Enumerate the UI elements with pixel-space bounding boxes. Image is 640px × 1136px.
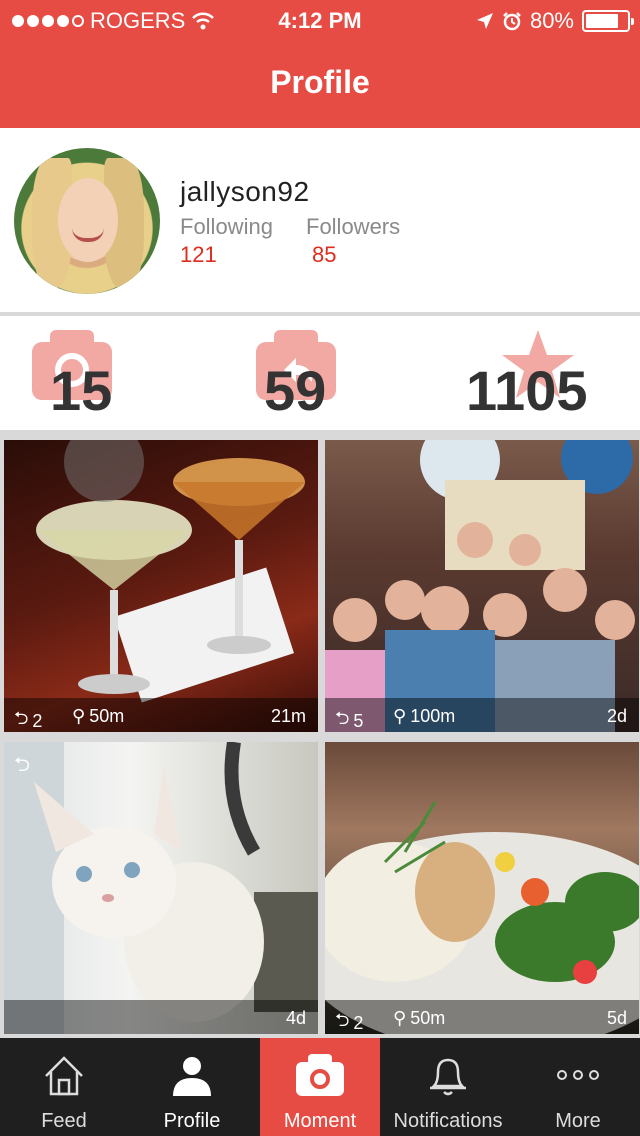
tab-label: Feed: [41, 1110, 87, 1132]
moments-stat[interactable]: 15: [30, 316, 190, 430]
post-tile-cocktails[interactable]: ⮌ 2 ⚲ 50m 21m: [4, 440, 318, 732]
tab-profile[interactable]: Profile: [128, 1038, 256, 1136]
app-header: ROGERS 4:12 PM 80% Profile: [0, 0, 640, 128]
location-pin-icon: ⚲: [72, 706, 86, 726]
tab-bar: Feed Profile Moment Notifications More: [0, 1038, 640, 1136]
tab-feed[interactable]: Feed: [0, 1038, 128, 1136]
reshare-icon[interactable]: ⮌: [14, 750, 30, 784]
post-tile-food-plate[interactable]: ⮌ 2 ⚲ 50m 5d: [325, 742, 639, 1034]
stars-stat[interactable]: 1105: [464, 316, 634, 430]
camera-icon: [296, 1054, 344, 1096]
home-icon: [45, 1056, 83, 1096]
cocktails-photo: [36, 440, 305, 703]
battery-icon: [582, 10, 634, 32]
username: jallyson92: [180, 176, 310, 207]
alarm-icon: [503, 12, 521, 31]
reshare-count[interactable]: ⮌ 5: [335, 706, 363, 732]
location-pin-icon: ⚲: [393, 1008, 407, 1028]
more-icon: [557, 1070, 599, 1080]
reshares-stat[interactable]: 59: [254, 316, 414, 430]
location-pin-icon: ⚲: [393, 706, 407, 726]
kitten-photo: [4, 742, 318, 1034]
tab-label: More: [555, 1110, 601, 1132]
post-age: 5d: [606, 1008, 627, 1028]
group-photo: [325, 440, 635, 732]
person-icon: [173, 1057, 211, 1096]
location-arrow-icon: [476, 13, 493, 29]
distance: ⚲ 50m: [72, 706, 125, 726]
stats-row: 15 59 1105: [0, 316, 640, 430]
tab-notifications[interactable]: Notifications: [380, 1038, 516, 1136]
followers-count[interactable]: 85: [312, 242, 336, 268]
post-meta-bar: ⮌ 5 ⚲ 100m 2d: [325, 698, 639, 732]
page-title: Profile: [270, 64, 370, 100]
food-photo: [325, 801, 639, 1034]
reshare-icon: ⮌: [335, 708, 350, 728]
followers-label[interactable]: Followers: [306, 214, 400, 240]
post-age: 4d: [285, 1008, 306, 1028]
tab-label: Profile: [163, 1110, 221, 1132]
reshare-icon: ⮌: [335, 1010, 350, 1030]
post-age: 21m: [270, 706, 306, 726]
tab-label: Moment: [283, 1110, 357, 1132]
reshare-icon: ⮌: [14, 708, 29, 728]
reshare-count[interactable]: ⮌ 2: [14, 706, 42, 732]
post-age: 2d: [606, 706, 627, 726]
post-meta-bar: ⮌ 2 ⚲ 50m 5d: [325, 1000, 639, 1034]
battery-percent: 80%: [529, 8, 574, 33]
tab-more[interactable]: More: [516, 1038, 640, 1136]
reshares-count: 59: [264, 359, 327, 422]
tab-label: Notifications: [393, 1110, 503, 1132]
tab-moment[interactable]: Moment: [260, 1038, 380, 1136]
post-tile-white-kitten[interactable]: ⮌ 4d: [4, 742, 318, 1034]
bell-icon: [430, 1058, 466, 1096]
avatar[interactable]: [14, 148, 160, 294]
distance: ⚲ 100m: [393, 706, 456, 726]
following-count[interactable]: 121: [180, 242, 217, 268]
moments-count: 15: [50, 359, 113, 422]
post-meta-bar: ⮌ 2 ⚲ 50m 21m: [4, 698, 318, 732]
reshare-count[interactable]: ⮌ 2: [335, 1008, 363, 1034]
following-label[interactable]: Following: [180, 214, 273, 240]
distance: ⚲ 50m: [393, 1008, 446, 1028]
profile-card: jallyson92 Following Followers 121 85: [0, 128, 640, 312]
stars-count: 1105: [466, 359, 588, 422]
status-bar: ROGERS 4:12 PM 80%: [0, 0, 640, 40]
post-meta-bar: 4d: [4, 1000, 318, 1034]
post-tile-group-photo[interactable]: ⮌ 5 ⚲ 100m 2d: [325, 440, 639, 732]
